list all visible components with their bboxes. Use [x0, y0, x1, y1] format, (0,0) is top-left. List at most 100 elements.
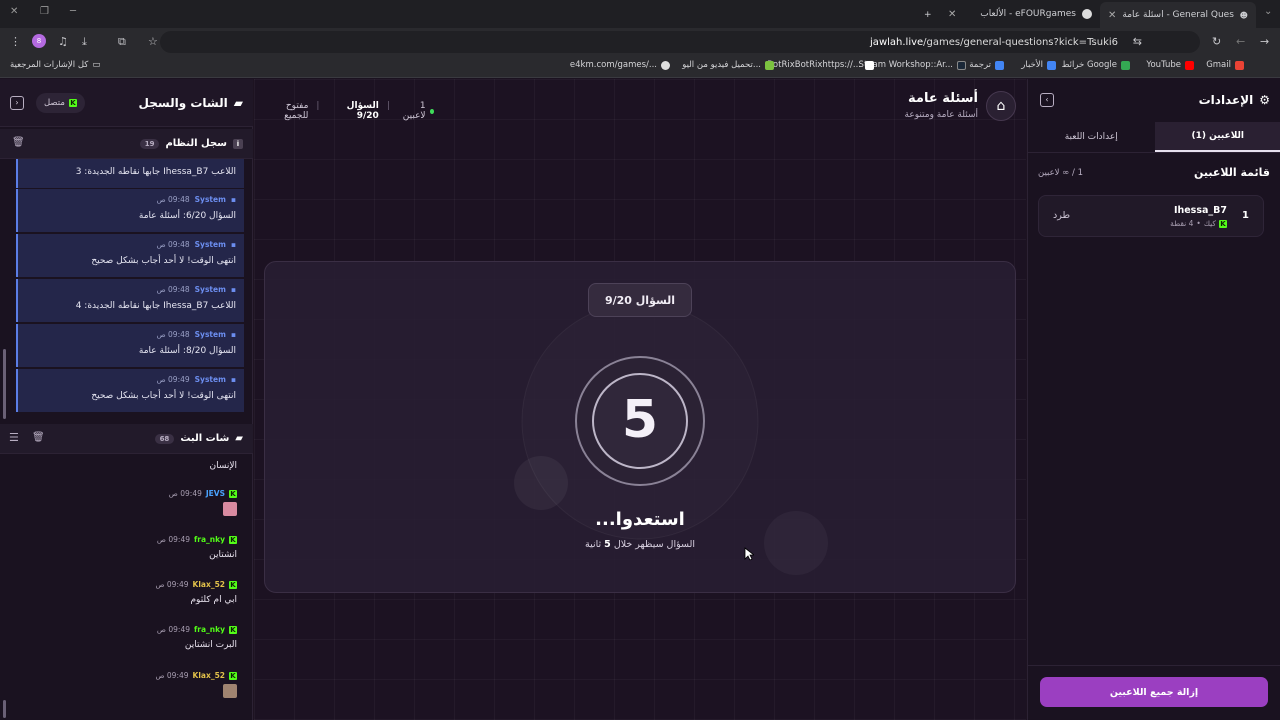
tab-players[interactable]: اللاعبين (1)	[1154, 122, 1280, 152]
stream-chat-title-text: شات البث	[180, 433, 230, 444]
emote-image	[223, 684, 237, 698]
system-icon: ▪	[230, 285, 236, 294]
bookmark-e4km[interactable]: e4km.com/games/...	[570, 60, 670, 70]
system-log-list[interactable]: اللاعب Ihessa_B7 جابها نقاطه الجديدة: 3 …	[0, 159, 253, 421]
chat-message-meta: Kfra_nky 09:49 ص	[17, 535, 237, 544]
menu-dots-icon[interactable]: ⋮	[10, 35, 21, 48]
bookmark-video-download[interactable]: تحميل فيديو من اليو...	[682, 60, 774, 70]
player-meta: K كيك • 4 نقطة	[1170, 219, 1227, 228]
e4km-icon	[661, 60, 670, 70]
system-log-header[interactable]: i سجل النظام 19 🗑	[0, 129, 253, 159]
tab-search-icon[interactable]: ⌄	[1264, 6, 1272, 17]
restore-window-icon[interactable]: ❐	[40, 6, 49, 17]
game-status-bar: 1 لاعبين | السؤال 9/20 | مفتوح للجميع	[264, 101, 434, 121]
player-count: 1 / ∞ لاعبين	[1038, 168, 1083, 178]
system-log-count: 19	[139, 138, 160, 149]
home-button[interactable]: ⌂	[986, 91, 1016, 121]
reload-icon[interactable]: ↻	[1212, 35, 1221, 48]
gmail-icon	[1235, 60, 1244, 70]
filter-lines-icon[interactable]: ☰	[9, 431, 19, 444]
bookmark-gmail[interactable]: Gmail	[1206, 60, 1244, 70]
close-tab-icon[interactable]: ✕	[1108, 10, 1116, 21]
meta-separator: •	[1196, 219, 1201, 228]
countdown-subtext: السؤال سيظهر خلال 5 ثانية	[540, 539, 740, 550]
tab-general-questions[interactable]: ✕ أسئلة عامة - General Questions ☻	[1100, 2, 1256, 28]
kick-logo-icon: K	[1219, 219, 1227, 228]
chat-message: Kfra_nky 09:49 ص انشتاين	[17, 535, 237, 560]
player-platform: كيك	[1203, 219, 1216, 228]
address-toolbar: ⋮ 8 ♫ ⤓ ⧉ ☆ jawlah.live/games/general-qu…	[0, 28, 1280, 56]
bookmark-botrix[interactable]: BotRixBotRixhttps://...	[767, 60, 874, 70]
log-message-text: السؤال 8/20: أسئلة عامة	[138, 346, 236, 356]
clear-chat-trash-icon[interactable]: 🗑	[32, 432, 45, 443]
site-settings-icon[interactable]: ⇆	[1133, 35, 1142, 48]
bookmark-label: تحميل فيديو من اليو...	[682, 60, 761, 70]
stream-chat-header[interactable]: ▰ شات البث 68 🗑 ☰	[0, 424, 253, 454]
player-rank: 1	[1242, 210, 1249, 221]
players-status: 1 لاعبين	[398, 101, 434, 121]
connection-status-text: متصل	[44, 98, 65, 108]
tab-game-settings[interactable]: إعدادات اللعبة	[1028, 122, 1155, 152]
log-message-text: اللاعب Ihessa_B7 جابها نقاطه الجديدة: 3	[75, 167, 236, 177]
chat-username: fra_nky	[194, 625, 225, 634]
kick-logo-icon: K	[229, 625, 237, 634]
log-message-meta: ▪ System 09:48 ص	[157, 285, 236, 294]
log-sender: System	[194, 330, 226, 339]
new-tab-button[interactable]: +	[916, 5, 940, 25]
decor-bubble	[514, 456, 568, 510]
player-row: 1 Ihessa_B7 K كيك • 4 نقطة طرد	[1038, 195, 1264, 237]
extensions-icon[interactable]: ⧉	[118, 35, 126, 49]
app-page: ⌂ أسئلة عامة أسئلة عامة ومتنوعة 1 لاعبين…	[0, 79, 1280, 720]
chat-message-text: انشتاين	[209, 550, 237, 560]
stream-chat-list[interactable]: الإنسان K JEVS 09:49 ص Kfra_nky 09:49 ص انش…	[0, 455, 253, 720]
bookmark-maps[interactable]: خرائط Google	[1062, 60, 1130, 70]
all-bookmarks-folder[interactable]: كل الإشارات المرجعية ▭	[10, 60, 100, 70]
close-window-icon[interactable]: ✕	[10, 6, 18, 17]
log-scrollbar[interactable]	[3, 349, 6, 419]
players-status-text: 1 لاعبين	[402, 101, 426, 121]
bookmark-translate[interactable]: ترجمة	[969, 60, 1004, 70]
all-bookmarks-label: كل الإشارات المرجعية	[10, 60, 89, 70]
chat-panel-header: ▰ الشات والسجل K متصل ›	[0, 79, 253, 127]
bookmark-steam[interactable]: Steam Workshop::Ar...	[859, 60, 966, 70]
botrix-icon	[865, 60, 874, 70]
player-list-title: قائمة اللاعبين	[1194, 166, 1270, 179]
log-time: 09:48 ص	[156, 285, 190, 294]
chat-message: K Klax_52 09:49 ص	[17, 671, 237, 698]
stream-chat-title: ▰ شات البث 68	[154, 433, 243, 444]
kick-player-button[interactable]: طرد	[1053, 210, 1070, 221]
back-icon[interactable]: →	[1260, 35, 1269, 48]
collapse-chat-button[interactable]: ›	[10, 96, 24, 110]
chat-message: Kfra_nky 09:49 ص البرت انشتاين	[17, 625, 237, 650]
forward-icon[interactable]: ←	[1236, 35, 1245, 48]
bookmark-star-icon[interactable]: ☆	[148, 35, 158, 48]
tab-games[interactable]: ✕ الألعاب - eFOURgames	[940, 4, 1100, 24]
question-badge: السؤال 9/20	[588, 283, 692, 317]
kick-logo-icon: K	[229, 580, 237, 589]
log-message-text: انتهى الوقت! لا أحد أجاب بشكل صحيح	[91, 391, 236, 401]
chat-username: Klax_52	[192, 671, 225, 680]
divider: |	[316, 101, 320, 111]
chat-scrollbar[interactable]	[3, 700, 6, 718]
question-status: السؤال 9/20	[346, 101, 379, 121]
clear-log-trash-icon[interactable]: 🗑	[12, 137, 25, 148]
news-icon	[1047, 60, 1056, 70]
log-message-text: السؤال 6/20: أسئلة عامة	[138, 211, 236, 221]
bookmark-news[interactable]: الأخبار	[1021, 60, 1056, 70]
minimize-window-icon[interactable]: ─	[70, 6, 76, 17]
profile-avatar[interactable]: 8	[32, 34, 46, 48]
log-time: 09:48 ص	[156, 240, 190, 249]
remove-all-players-button[interactable]: إزالة جميع اللاعبين	[1040, 677, 1268, 707]
divider	[1028, 665, 1280, 666]
close-tab-icon[interactable]: ✕	[948, 9, 956, 20]
log-sender: System	[194, 240, 226, 249]
chat-message-meta: K Klax_52 09:49 ص	[17, 580, 237, 589]
collapse-panel-button[interactable]: ‹	[1040, 93, 1054, 107]
download-icon[interactable]: ⤓	[82, 35, 87, 49]
bookmark-youtube[interactable]: YouTube	[1146, 60, 1194, 70]
maps-icon	[1121, 60, 1130, 70]
bookmark-label: ترجمة	[969, 60, 991, 70]
url-bar[interactable]: ☆ jawlah.live/games/general-questions?ki…	[148, 31, 1200, 53]
browser-tab-bar: ✕ ❐ ─ + ✕ الألعاب - eFOURgames ✕ أسئلة ع…	[0, 0, 1280, 28]
media-controls-icon[interactable]: ♫	[58, 35, 68, 48]
